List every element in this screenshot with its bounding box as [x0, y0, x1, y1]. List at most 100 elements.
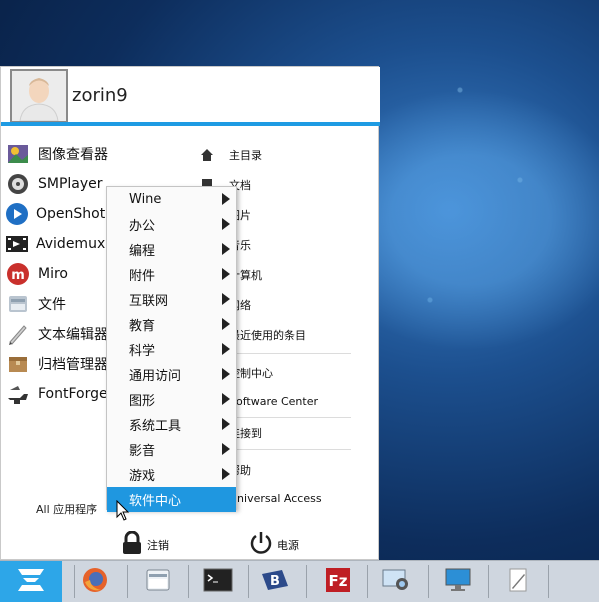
- taskbar-file-manager[interactable]: [140, 564, 176, 599]
- chevron-right-icon: [222, 343, 230, 355]
- taskbar-separator: [548, 565, 549, 598]
- submenu-item-science[interactable]: 科学: [107, 337, 236, 362]
- submenu-item-games[interactable]: 游戏: [107, 462, 236, 487]
- chevron-right-icon: [222, 243, 230, 255]
- bluefish-icon: B: [260, 566, 290, 598]
- submenu-item-programming[interactable]: 编程: [107, 237, 236, 262]
- submenu-label: 系统工具: [129, 419, 182, 434]
- taskbar-separator: [248, 565, 249, 598]
- screenshot-icon: [381, 566, 411, 598]
- app-item-smplayer[interactable]: SMPlayer: [1, 170, 111, 198]
- firefox-icon: [81, 566, 109, 598]
- remote-desktop-icon: [443, 566, 473, 598]
- app-item-miro[interactable]: m Miro: [1, 260, 111, 288]
- submenu-label: 教育: [129, 319, 156, 334]
- submenu-label: 通用访问: [129, 369, 182, 384]
- chevron-right-icon: [222, 193, 230, 205]
- header-accent-bar: [1, 122, 380, 126]
- miro-icon: m: [5, 261, 31, 287]
- app-item-text-editor[interactable]: 文本编辑器: [1, 320, 111, 348]
- taskbar: B Fz: [0, 560, 599, 602]
- place-label: Universal Access: [229, 491, 322, 505]
- submenu-label: 软件中心: [129, 494, 182, 509]
- submenu-item-universal-access[interactable]: 通用访问: [107, 362, 236, 387]
- taskbar-text-editor[interactable]: [500, 564, 536, 599]
- taskbar-bluefish[interactable]: B: [257, 564, 293, 599]
- power-button[interactable]: 电源: [249, 531, 299, 559]
- taskbar-terminal[interactable]: [200, 564, 236, 599]
- submenu-item-system-tools[interactable]: 系统工具: [107, 412, 236, 437]
- app-label: 图像查看器: [38, 147, 108, 163]
- app-label: 归档管理器: [38, 357, 108, 373]
- places-divider: [233, 449, 351, 450]
- svg-text:B: B: [270, 574, 280, 589]
- text-editor-icon: [504, 566, 532, 598]
- submenu-item-internet[interactable]: 互联网: [107, 287, 236, 312]
- chevron-right-icon: [222, 318, 230, 330]
- taskbar-firefox[interactable]: [77, 564, 113, 599]
- svg-text:Fz: Fz: [329, 572, 348, 590]
- place-label: 最近使用的条目: [229, 329, 306, 342]
- power-icon: [249, 531, 273, 559]
- terminal-icon: [203, 567, 233, 597]
- app-label: SMPlayer: [38, 176, 103, 192]
- app-item-files[interactable]: 文件: [1, 290, 111, 318]
- files-icon: [5, 291, 31, 317]
- submenu-item-education[interactable]: 教育: [107, 312, 236, 337]
- app-label: 文件: [38, 297, 66, 313]
- smplayer-icon: [5, 171, 31, 197]
- taskbar-screenshot[interactable]: [378, 564, 414, 599]
- app-label: FontForge: [38, 386, 108, 402]
- taskbar-separator: [74, 565, 75, 598]
- zorin-menu-button[interactable]: [0, 561, 62, 602]
- app-item-archive-manager[interactable]: 归档管理器: [1, 350, 111, 378]
- chevron-right-icon: [222, 393, 230, 405]
- filezilla-icon: Fz: [324, 566, 352, 598]
- app-item-avidemux[interactable]: Avidemux (: [1, 230, 115, 258]
- chevron-right-icon: [222, 443, 230, 455]
- taskbar-remote-desktop[interactable]: [440, 564, 476, 599]
- submenu-label: 互联网: [129, 294, 169, 309]
- chevron-right-icon: [222, 418, 230, 430]
- image-viewer-icon: [5, 141, 31, 167]
- submenu-label: 游戏: [129, 469, 156, 484]
- submenu-label: 影音: [129, 444, 156, 459]
- submenu-label: 附件: [129, 269, 156, 284]
- menu-header: zorin9: [1, 67, 380, 123]
- app-label: Miro: [38, 266, 68, 282]
- app-item-fontforge[interactable]: FontForge: [1, 380, 111, 408]
- app-item-openshot[interactable]: OpenShot V: [1, 200, 119, 228]
- place-label: 主目录: [229, 149, 262, 162]
- avidemux-icon: [5, 231, 29, 257]
- svg-text:m: m: [11, 268, 25, 283]
- taskbar-separator: [367, 565, 368, 598]
- fontforge-icon: [5, 381, 31, 407]
- logout-button[interactable]: 注销: [121, 530, 169, 559]
- chevron-right-icon: [222, 368, 230, 380]
- submenu-item-wine[interactable]: Wine: [107, 187, 236, 212]
- logout-label: 注销: [147, 539, 169, 552]
- all-applications-link[interactable]: All 应用程序: [36, 501, 97, 517]
- username-label: zorin9: [72, 85, 128, 106]
- submenu-item-multimedia[interactable]: 影音: [107, 437, 236, 462]
- taskbar-separator: [127, 565, 128, 598]
- submenu-item-accessories[interactable]: 附件: [107, 262, 236, 287]
- user-avatar[interactable]: [10, 69, 68, 123]
- submenu-item-graphics[interactable]: 图形: [107, 387, 236, 412]
- submenu-label: 办公: [129, 219, 156, 234]
- app-item-image-viewer[interactable]: 图像查看器: [1, 140, 111, 168]
- taskbar-separator: [188, 565, 189, 598]
- places-divider: [233, 417, 351, 418]
- taskbar-filezilla[interactable]: Fz: [320, 564, 356, 599]
- zorin-logo-icon: [14, 565, 48, 599]
- openshot-icon: [5, 201, 29, 227]
- submenu-item-office[interactable]: 办公: [107, 212, 236, 237]
- chevron-right-icon: [222, 293, 230, 305]
- app-label: 文本编辑器: [38, 327, 108, 343]
- text-editor-icon: [5, 321, 31, 347]
- places-divider: [233, 353, 351, 354]
- taskbar-separator: [306, 565, 307, 598]
- mouse-pointer-icon: [116, 499, 130, 526]
- place-item-home[interactable]: 主目录: [199, 143, 262, 167]
- submenu-label: Wine: [129, 192, 162, 207]
